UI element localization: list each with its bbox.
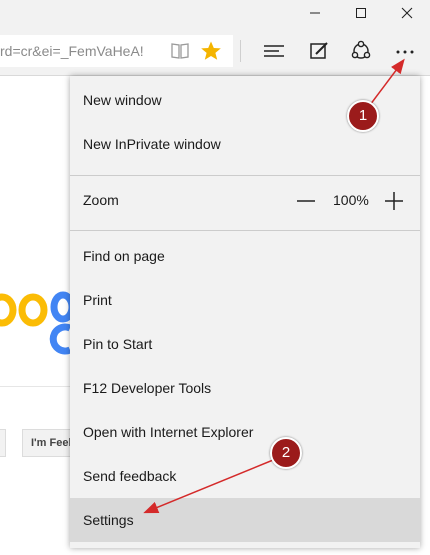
title-bar — [0, 0, 430, 26]
browser-toolbar: rd=cr&ei=_FemVaHeA! — [0, 26, 430, 76]
search-divider — [0, 386, 75, 387]
menu-divider — [70, 230, 420, 231]
more-actions-button[interactable] — [392, 38, 418, 64]
menu-item-label: Settings — [83, 512, 134, 528]
web-note-icon — [310, 42, 328, 59]
annotation-badge-1: 1 — [347, 100, 379, 132]
reading-view-icon[interactable] — [169, 41, 191, 61]
menu-item-print[interactable]: Print — [70, 278, 420, 322]
maximize-icon — [356, 8, 366, 18]
browser-window: rd=cr&ei=_FemVaHeA! I'm Feel New window … — [0, 0, 430, 555]
close-button[interactable] — [384, 0, 430, 26]
menu-item-f12-developer-tools[interactable]: F12 Developer Tools — [70, 366, 420, 410]
menu-item-settings[interactable]: Settings — [70, 498, 420, 542]
menu-item-label: F12 Developer Tools — [83, 380, 212, 396]
google-logo-fragment — [0, 291, 72, 355]
menu-item-find-on-page[interactable]: Find on page — [70, 234, 420, 278]
toolbar-divider — [240, 40, 241, 62]
address-text[interactable]: rd=cr&ei=_FemVaHeA! — [0, 43, 144, 59]
menu-item-open-with-ie[interactable]: Open with Internet Explorer — [70, 410, 420, 454]
zoom-value: 100% — [333, 192, 369, 208]
more-actions-icon — [396, 50, 414, 54]
zoom-label: Zoom — [83, 192, 119, 208]
minimize-button[interactable] — [292, 0, 338, 26]
menu-item-send-feedback[interactable]: Send feedback — [70, 454, 420, 498]
maximize-button[interactable] — [338, 0, 384, 26]
menu-item-label: Pin to Start — [83, 336, 153, 352]
menu-item-label: Print — [83, 292, 112, 308]
share-button[interactable] — [348, 38, 374, 64]
google-search-button[interactable] — [0, 429, 6, 457]
zoom-in-icon[interactable] — [384, 191, 404, 211]
minimize-icon — [310, 12, 320, 14]
zoom-out-icon[interactable] — [296, 191, 316, 211]
annotation-badge-2: 2 — [270, 437, 302, 469]
menu-item-label: New InPrivate window — [83, 136, 221, 152]
close-icon — [401, 7, 413, 19]
menu-item-label: Find on page — [83, 248, 165, 264]
more-actions-menu: New window New InPrivate window Zoom 100… — [70, 76, 420, 548]
address-bar[interactable]: rd=cr&ei=_FemVaHeA! — [0, 35, 233, 67]
menu-divider — [70, 175, 420, 176]
hub-button[interactable] — [261, 38, 287, 64]
menu-item-label: Open with Internet Explorer — [83, 424, 254, 440]
menu-item-label: New window — [83, 92, 162, 108]
feeling-lucky-button[interactable]: I'm Feel — [22, 429, 74, 457]
web-note-button[interactable] — [306, 38, 332, 64]
menu-item-label: Send feedback — [83, 468, 177, 484]
favorite-star-icon[interactable] — [200, 40, 222, 62]
menu-item-zoom: Zoom 100% — [70, 178, 420, 222]
hub-icon — [264, 45, 284, 57]
menu-item-pin-to-start[interactable]: Pin to Start — [70, 322, 420, 366]
share-icon — [351, 40, 371, 59]
